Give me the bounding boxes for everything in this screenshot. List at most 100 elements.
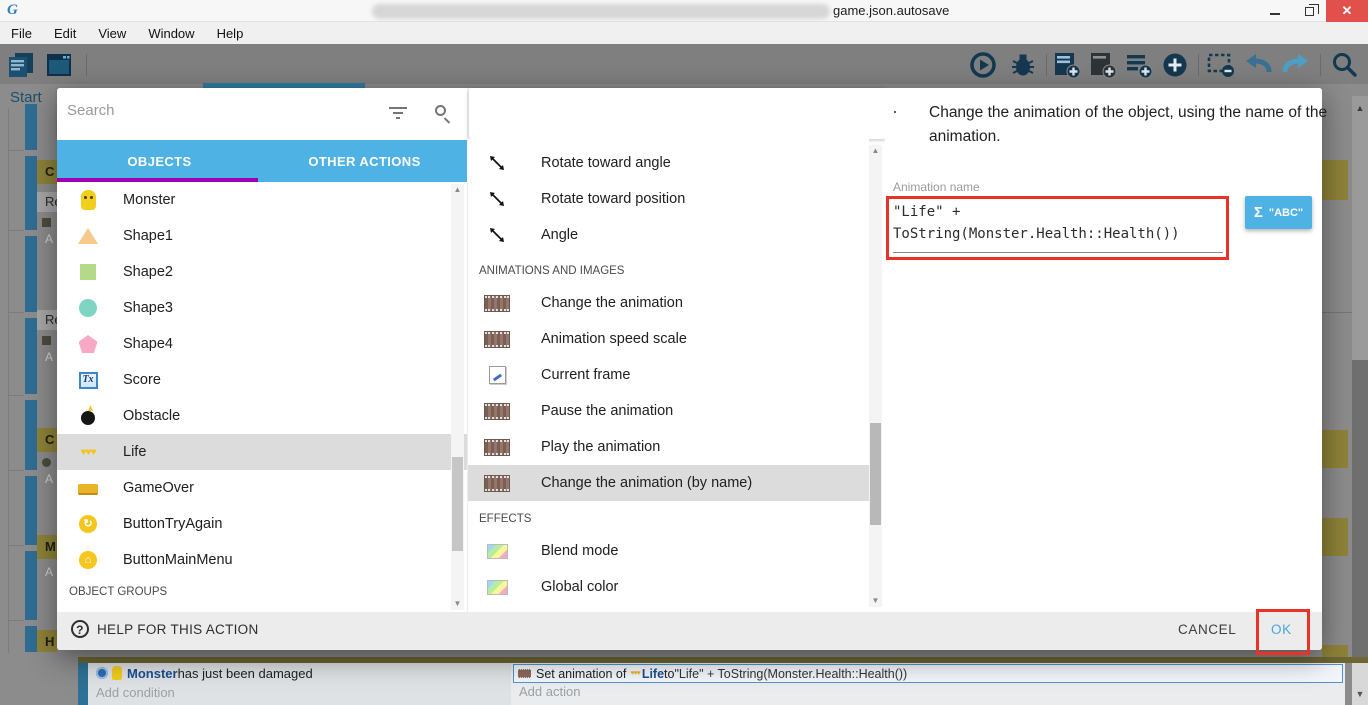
object-row-life[interactable]: Life	[57, 434, 467, 470]
object-row-gameover[interactable]: GameOver	[57, 470, 467, 506]
object-row-shape1[interactable]: Shape1	[57, 218, 467, 254]
object-row-shape4[interactable]: Shape4	[57, 326, 467, 362]
action-prefix: Set animation of	[536, 666, 627, 681]
add-action-link[interactable]: Add action	[511, 684, 1345, 699]
event-fragment-icon	[42, 336, 51, 345]
selected-action[interactable]: Set animation of ♥♥♥ Life to "Life" + To…	[513, 664, 1343, 683]
event-fragment-right	[1322, 430, 1348, 468]
actions-list-scrollbar[interactable]: ▲ ▼	[869, 145, 882, 607]
events-sheet-icon[interactable]	[6, 50, 36, 80]
event-conditions-cell[interactable]: Monster has just been damaged Add condit…	[88, 663, 511, 705]
add-circle-icon[interactable]	[1160, 50, 1190, 80]
action-row-play-animation[interactable]: Play the animation	[468, 429, 869, 465]
event-actions-cell[interactable]: Set animation of ♥♥♥ Life to "Life" + To…	[511, 663, 1345, 705]
add-condition-link[interactable]: Add condition	[88, 685, 511, 700]
scroll-up-icon[interactable]: ▲	[869, 145, 882, 157]
scroll-up-icon[interactable]: ▲	[451, 184, 464, 196]
action-row-current-frame[interactable]: Current frame	[468, 357, 869, 393]
redacted-path	[372, 4, 830, 19]
toolbar-separator	[86, 54, 87, 76]
search-icon[interactable]	[435, 105, 446, 116]
animation-name-label: Animation name	[893, 180, 980, 194]
scene-window-icon[interactable]	[44, 50, 74, 80]
minimize-button[interactable]	[1258, 0, 1292, 22]
condition-gear-icon	[96, 667, 108, 679]
tab-objects[interactable]: OBJECTS	[57, 140, 262, 182]
film-icon	[484, 475, 510, 491]
menu-view[interactable]: View	[87, 22, 137, 44]
event-indent-bar	[25, 236, 37, 312]
restore-button[interactable]	[1292, 0, 1326, 22]
tab-other-actions[interactable]: OTHER ACTIONS	[262, 140, 467, 182]
ok-button[interactable]: OK	[1271, 622, 1292, 637]
animation-name-field[interactable]: "Life" + ToString(Monster.Health::Health(…	[893, 201, 1223, 253]
scrollbar-thumb[interactable]	[870, 423, 881, 525]
action-row-global-color[interactable]: Global color	[468, 569, 869, 605]
cancel-button[interactable]: CANCEL	[1178, 622, 1236, 637]
scroll-down-icon[interactable]: ▼	[451, 598, 464, 610]
object-row-buttontryagain[interactable]: ↻ ButtonTryAgain	[57, 506, 467, 542]
add-event-icon[interactable]	[1052, 50, 1082, 80]
event-indent-bar	[25, 551, 37, 620]
event-fragment: Re	[37, 192, 62, 212]
toolbar-separator	[1320, 54, 1321, 76]
expression-builder-button[interactable]: Σ "ABC"	[1245, 196, 1312, 229]
object-row-shape3[interactable]: Shape3	[57, 290, 467, 326]
actions-list: Rotate toward angle Rotate toward positi…	[468, 139, 869, 612]
scroll-down-icon[interactable]: ▼	[869, 595, 882, 607]
undo-icon[interactable]	[1244, 50, 1274, 80]
action-row-angle[interactable]: Angle	[468, 217, 869, 253]
home-button-icon: ⌂	[79, 551, 97, 569]
event-fragment: Re	[37, 310, 62, 330]
menu-help[interactable]: Help	[206, 22, 255, 44]
action-row-change-animation-by-name[interactable]: Change the animation (by name)	[468, 465, 869, 501]
scroll-down-icon[interactable]: ▼	[1352, 686, 1368, 702]
rotate-icon	[484, 226, 510, 244]
menu-edit[interactable]: Edit	[43, 22, 87, 44]
play-icon[interactable]	[968, 50, 998, 80]
event-fragment-right	[1322, 160, 1348, 200]
menu-window[interactable]: Window	[137, 22, 205, 44]
help-button[interactable]: ? HELP FOR THIS ACTION	[71, 620, 259, 638]
objects-search-input[interactable]	[67, 102, 397, 119]
event-fragment: M	[37, 535, 57, 559]
object-row-obstacle[interactable]: Obstacle	[57, 398, 467, 434]
debug-icon[interactable]	[1008, 50, 1038, 80]
event-indent-bar	[25, 476, 37, 545]
remove-event-icon[interactable]	[1206, 50, 1236, 80]
circle-icon	[79, 299, 97, 317]
action-row-animation-speed-scale[interactable]: Animation speed scale	[468, 321, 869, 357]
window-title: game.json.autosave	[833, 3, 950, 18]
filter-icon[interactable]	[389, 107, 407, 121]
scrollbar-thumb[interactable]	[452, 457, 463, 551]
search-icon[interactable]	[1330, 50, 1360, 80]
event-fragment: H	[37, 630, 57, 652]
action-row-blend-mode[interactable]: Blend mode	[468, 533, 869, 569]
event-tree-line	[8, 108, 9, 653]
film-icon	[484, 331, 510, 347]
close-button[interactable]: ✕	[1326, 0, 1368, 22]
object-row-buttonmainmenu[interactable]: ⌂ ButtonMainMenu	[57, 542, 467, 578]
action-row-rotate-toward-position[interactable]: Rotate toward position	[468, 181, 869, 217]
redo-icon[interactable]	[1280, 50, 1310, 80]
title-bar: G game.json.autosave ✕	[0, 0, 1368, 22]
object-groups-header: OBJECT GROUPS	[69, 586, 168, 598]
objects-list-scrollbar[interactable]: ▲ ▼	[451, 184, 464, 610]
section-effects: EFFECTS	[479, 513, 532, 525]
objects-tabs: OBJECTS OTHER ACTIONS	[57, 140, 467, 182]
add-subevent-icon[interactable]	[1088, 50, 1118, 80]
objects-list: Monster Shape1 Shape2 Shape3 Shape4 Scor…	[57, 182, 467, 612]
scroll-up-icon[interactable]: ▲	[1352, 100, 1368, 116]
object-row-shape2[interactable]: Shape2	[57, 254, 467, 290]
event-fragment: A	[45, 232, 54, 246]
add-comment-icon[interactable]	[1124, 50, 1154, 80]
menu-bar: File Edit View Window Help	[0, 22, 1368, 44]
event-indent-bar	[25, 104, 37, 150]
events-scrollbar-thumb[interactable]	[1352, 360, 1368, 686]
object-row-monster[interactable]: Monster	[57, 182, 467, 218]
object-row-score[interactable]: Score	[57, 362, 467, 398]
action-row-change-animation[interactable]: Change the animation	[468, 285, 869, 321]
action-row-rotate-toward-angle[interactable]: Rotate toward angle	[468, 145, 869, 181]
menu-file[interactable]: File	[0, 22, 43, 44]
action-row-pause-animation[interactable]: Pause the animation	[468, 393, 869, 429]
